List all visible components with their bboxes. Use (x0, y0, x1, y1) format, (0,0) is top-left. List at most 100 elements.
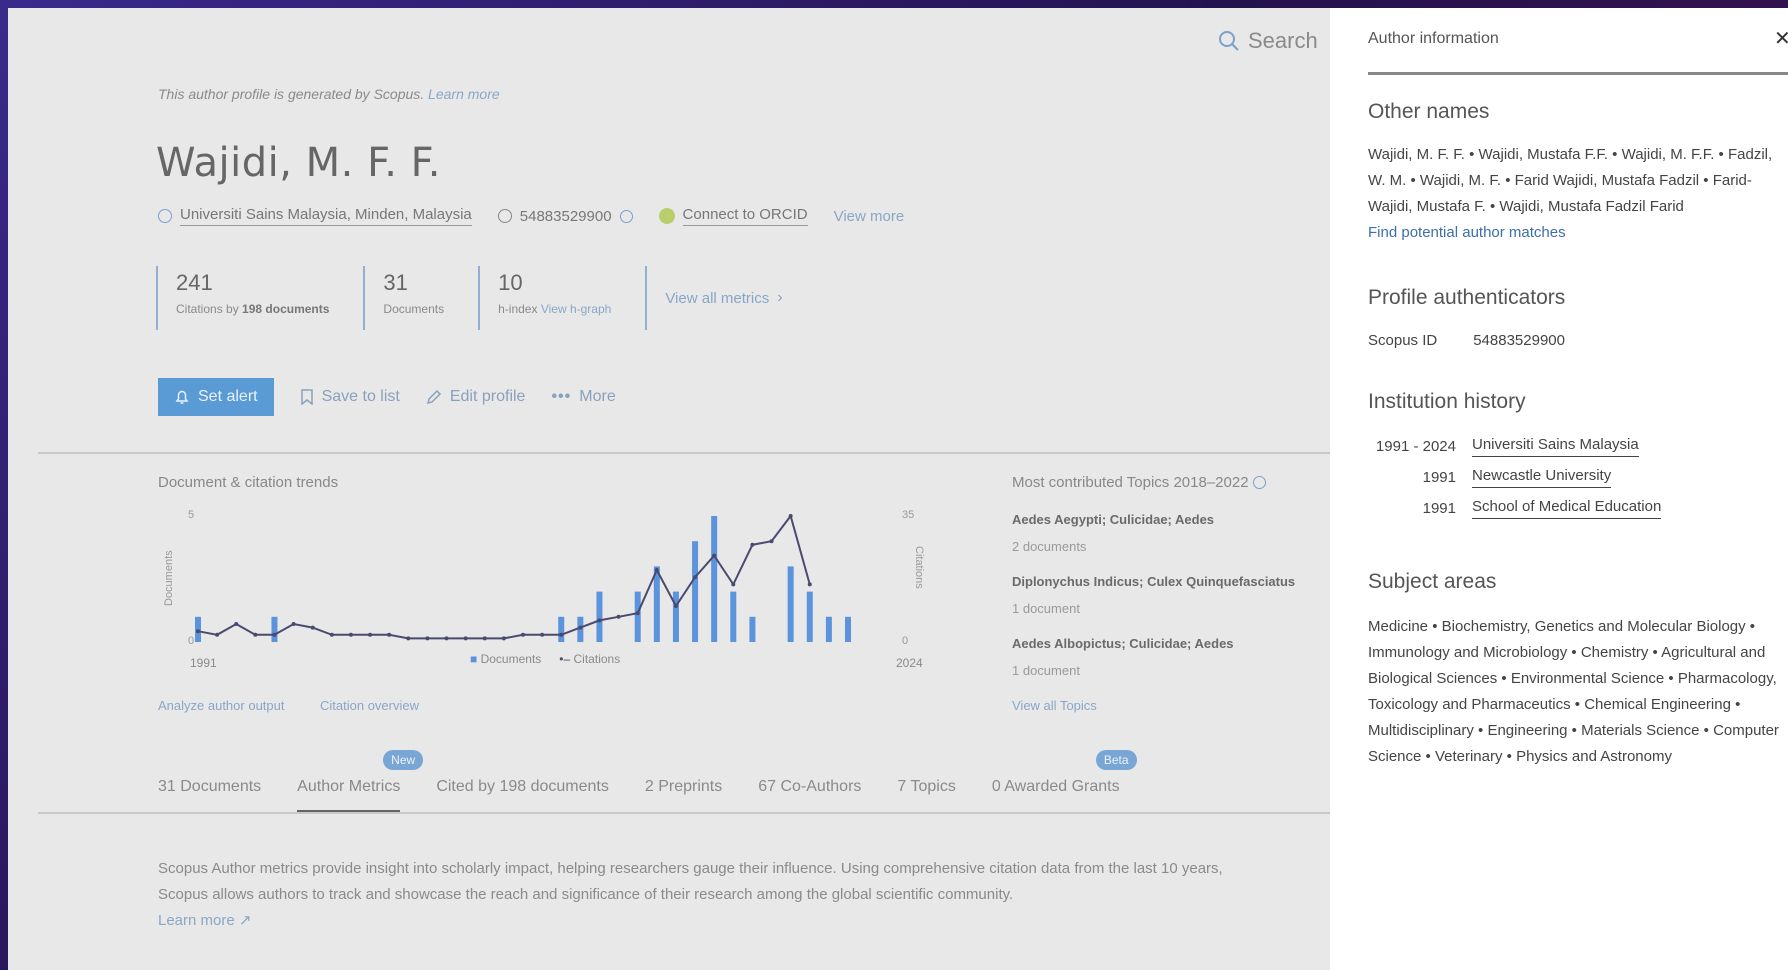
tab-awarded-grants[interactable]: Beta 0 Awarded Grants (992, 750, 1137, 813)
documents-bar (271, 616, 278, 642)
citations-point (578, 625, 583, 630)
documents-bar (634, 591, 641, 642)
browser-frame: Search This author profile is generated … (8, 8, 1788, 970)
panel-title: Author information (1368, 30, 1499, 47)
citations-point (253, 632, 258, 637)
bookmark-icon (300, 389, 313, 405)
citations-point (616, 614, 621, 619)
metric-label: Documents (383, 302, 445, 316)
citations-point (310, 625, 315, 630)
topic-item[interactable]: Aedes Albopictus; Culicidae; Aedes 1 docu… (1012, 636, 1330, 678)
documents-bar (596, 591, 603, 642)
y-right-tick-max: 35 (902, 509, 914, 521)
edit-profile-button[interactable]: Edit profile (426, 388, 525, 406)
institution-link[interactable]: School of Medical Education (1472, 498, 1662, 519)
documents-bar (845, 616, 851, 642)
documents-bar (730, 591, 737, 642)
tab-preprints[interactable]: 2 Preprints (645, 778, 722, 813)
citation-overview-link[interactable]: Citation overview (320, 698, 419, 713)
search-icon (1219, 31, 1239, 51)
y-left-tick-max: 5 (188, 509, 194, 521)
institution-row: 1991 Newcastle University (1422, 467, 1612, 488)
tab-cited-by[interactable]: Cited by 198 documents (436, 778, 609, 813)
notice-learn-more-link[interactable]: Learn more (428, 86, 500, 102)
analyze-output-link[interactable]: Analyze author output (158, 698, 284, 713)
citations-point (444, 636, 449, 641)
tab-co-authors[interactable]: 67 Co-Authors (758, 778, 861, 813)
citation-trend-chart: 5 0 35 0 Documents Citations (163, 509, 925, 647)
citations-point (731, 582, 736, 587)
save-to-list-button[interactable]: Save to list (300, 388, 400, 406)
close-icon[interactable]: ✕ (1774, 26, 1788, 51)
metric-citations[interactable]: 241 Citations by 198 documents (156, 266, 363, 330)
scopus-id-value: 54883529900 (519, 207, 612, 225)
author-information-panel: Author information ✕ Other names Wajidi,… (1330, 8, 1788, 970)
view-more-link[interactable]: View more (834, 208, 905, 225)
citations-point (329, 632, 334, 637)
documents-bar (806, 591, 813, 642)
more-button[interactable]: ••• More (551, 388, 615, 406)
metric-value: 241 (176, 270, 213, 295)
documents-bar (558, 616, 565, 642)
view-all-metrics-link[interactable]: View all metrics (665, 290, 769, 307)
institution-link[interactable]: Universiti Sains Malaysia (1472, 436, 1639, 457)
metric-documents[interactable]: 31 Documents (363, 266, 478, 330)
subject-areas-title: Subject areas (1368, 570, 1497, 593)
subject-areas-list: Medicine • Biochemistry, Genetics and Mo… (1368, 618, 1779, 765)
topic-item[interactable]: Aedes Aegypti; Culicidae; Aedes 2 documen… (1012, 512, 1330, 554)
connect-orcid-link[interactable]: Connect to ORCID (682, 206, 808, 226)
divider (38, 452, 1330, 454)
id-icon (497, 209, 512, 223)
tab-topics[interactable]: 7 Topics (897, 778, 955, 813)
profile-tabs: 31 Documents New Author Metrics Cited by … (158, 750, 1156, 813)
info-icon[interactable] (619, 209, 633, 223)
affiliation-link[interactable]: Universiti Sains Malaysia, Minden, Malay… (180, 206, 472, 226)
documents-bar (653, 566, 660, 642)
institution-link[interactable]: Newcastle University (1472, 467, 1612, 488)
search-label: Search (1248, 28, 1318, 53)
metric-value: 31 (383, 270, 408, 295)
scopus-id: 54883529900 (497, 207, 633, 225)
trends-title: Document & citation trends (158, 474, 339, 491)
citations-point (540, 632, 545, 637)
view-all-metrics[interactable]: View all metrics › (645, 266, 816, 330)
bell-icon (175, 390, 189, 404)
orcid[interactable]: Connect to ORCID (658, 206, 808, 226)
set-alert-button[interactable]: Set alert (158, 378, 274, 416)
citations-point (807, 582, 812, 587)
search-button[interactable]: Search (1218, 28, 1318, 54)
institution-row: 1991 - 2024 Universiti Sains Malaysia (1375, 436, 1639, 457)
documents-bar (711, 516, 718, 642)
author-meta-row: Universiti Sains Malaysia, Minden, Malay… (158, 206, 904, 226)
citations-point (272, 632, 277, 637)
tab-documents[interactable]: 31 Documents (158, 778, 261, 813)
view-all-topics-link[interactable]: View all Topics (1012, 698, 1097, 713)
pencil-icon (426, 389, 441, 405)
other-names-list: Wajidi, M. F. F. • Wajidi, Mustafa F.F. … (1368, 146, 1773, 215)
citations-line (197, 513, 811, 640)
institution-list: 1991 - 2024 Universiti Sains Malaysia 199… (1370, 436, 1662, 529)
citations-point (597, 618, 602, 623)
info-icon[interactable] (1252, 476, 1266, 489)
x-tick-end: 2024 (896, 656, 923, 670)
y-right-tick-min: 0 (902, 635, 908, 647)
affiliation[interactable]: Universiti Sains Malaysia, Minden, Malay… (158, 206, 472, 226)
find-author-matches-link[interactable]: Find potential author matches (1368, 224, 1566, 241)
documents-bar (787, 566, 794, 642)
external-link-icon: ↗ (238, 912, 252, 929)
chevron-right-icon: › (777, 289, 783, 306)
x-tick-start: 1991 (190, 656, 217, 670)
citations-point (425, 636, 430, 641)
citations-point (234, 622, 239, 626)
topic-item[interactable]: Diplonychus Indicus; Culex Quinquefascia… (1012, 574, 1330, 616)
metrics-row: 241 Citations by 198 documents 31 Docume… (156, 266, 817, 330)
tab-author-metrics[interactable]: New Author Metrics (297, 750, 424, 813)
citations-point (291, 622, 296, 626)
citations-point (769, 539, 774, 544)
citations-point (788, 514, 793, 518)
citations-point (559, 632, 564, 637)
other-names-title: Other names (1368, 100, 1490, 123)
view-h-graph-link[interactable]: View h-graph (541, 302, 612, 316)
set-alert-label: Set alert (198, 388, 258, 405)
learn-more-link[interactable]: Learn more ↗ (158, 912, 251, 929)
